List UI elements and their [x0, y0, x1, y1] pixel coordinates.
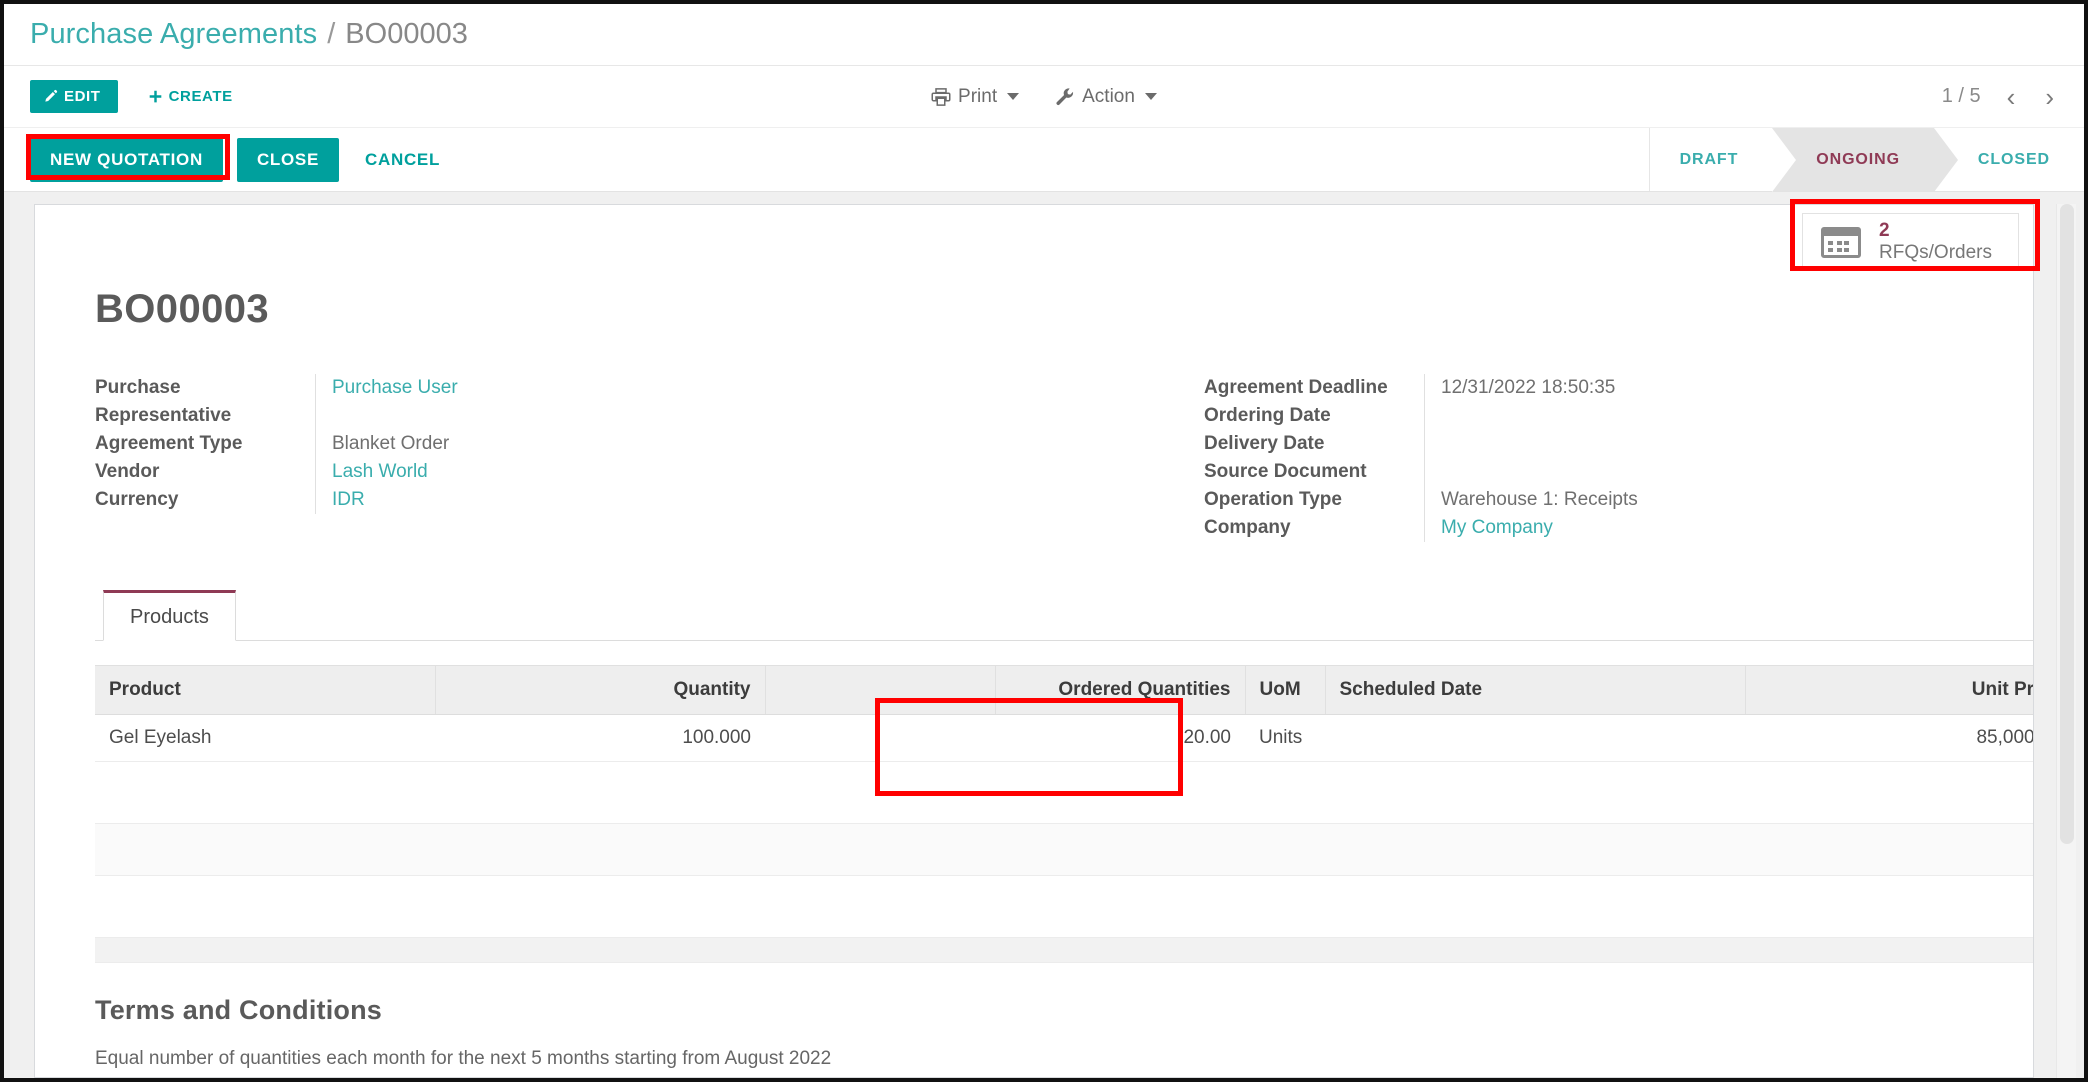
- edit-button[interactable]: EDIT: [30, 80, 118, 113]
- field-value-operation-type[interactable]: Warehouse 1: Receipts: [1424, 486, 1973, 514]
- new-quotation-button[interactable]: NEW QUOTATION: [30, 137, 223, 182]
- column-header-blank: [764, 665, 995, 715]
- field-value-delivery-date[interactable]: [1424, 430, 1973, 458]
- field-value-agreement-deadline[interactable]: 12/31/2022 18:50:35: [1424, 374, 1973, 402]
- pencil-icon: [45, 89, 58, 102]
- table-row[interactable]: Gel Eyelash 100.000 20.00 Units 85,000.0…: [95, 714, 2033, 762]
- stage-draft[interactable]: DRAFT: [1649, 128, 1773, 191]
- print-dropdown[interactable]: Print: [931, 85, 1020, 108]
- stage-ongoing[interactable]: ONGOING: [1772, 128, 1958, 192]
- field-label-agreement-type: Agreement Type: [95, 433, 243, 454]
- field-label-ordering-date: Ordering Date: [1204, 405, 1331, 426]
- tab-products[interactable]: Products: [103, 590, 236, 641]
- action-dropdown[interactable]: Action: [1055, 86, 1157, 108]
- notebook-tabs: Products: [95, 590, 2033, 641]
- field-value-agreement-type[interactable]: Blanket Order: [315, 430, 1034, 458]
- cell-ordered-quantities[interactable]: 20.00: [995, 714, 1245, 762]
- field-value-vendor[interactable]: Lash World: [315, 458, 1034, 486]
- product-lines-table: Product Quantity Ordered Quantities UoM …: [95, 665, 2033, 963]
- table-empty-row: [95, 761, 2033, 824]
- stage-draft-label: DRAFT: [1679, 150, 1739, 168]
- field-value-currency[interactable]: IDR: [315, 486, 1034, 514]
- table-header: Product Quantity Ordered Quantities UoM …: [95, 665, 2033, 715]
- cell-uom[interactable]: Units: [1245, 714, 1325, 762]
- terms-title: Terms and Conditions: [95, 995, 383, 1025]
- action-label: Action: [1082, 85, 1135, 107]
- list-alt-icon: [1821, 226, 1862, 258]
- smart-button-row: 2 RFQs/Orders: [35, 205, 2033, 271]
- field-label-operation-type: Operation Type: [1204, 489, 1342, 510]
- field-value-source-document[interactable]: [1424, 458, 1973, 486]
- field-group-right: Agreement Deadline 12/31/2022 18:50:35 O…: [1034, 374, 1973, 542]
- field-label-currency: Currency: [95, 489, 179, 510]
- plus-icon: [149, 90, 161, 103]
- chevron-down-icon: [1007, 93, 1020, 100]
- edit-button-label: EDIT: [64, 88, 101, 105]
- field-value-company[interactable]: My Company: [1424, 514, 1973, 542]
- pager-counter: 1 / 5: [1941, 85, 1981, 107]
- field-label-purchase-representative: Purchase Representative: [95, 377, 232, 426]
- table-footer-band: [95, 937, 2033, 963]
- control-panel: EDIT CREATE Print Action 1 / 5 ‹ ›: [4, 66, 2084, 128]
- table-gap-row: [95, 875, 2033, 938]
- pager: 1 / 5 ‹ ›: [1942, 84, 2058, 110]
- rfqs-orders-label: RFQs/Orders: [1879, 242, 1992, 263]
- app-window: Purchase Agreements / BO00003 EDIT CREAT…: [0, 0, 2088, 1082]
- chevron-down-icon: [1144, 93, 1157, 100]
- breadcrumb: Purchase Agreements / BO00003: [4, 4, 2084, 66]
- vertical-scrollbar[interactable]: [2056, 204, 2076, 1078]
- column-header-unit-price[interactable]: Unit Price: [1744, 665, 2033, 715]
- pager-previous-button[interactable]: ‹: [2003, 84, 2020, 110]
- field-value-ordering-date[interactable]: [1424, 402, 1973, 430]
- column-header-product[interactable]: Product: [95, 665, 435, 715]
- cell-product[interactable]: Gel Eyelash: [95, 714, 435, 762]
- rfqs-orders-count: 2: [1879, 220, 1890, 242]
- status-bar: NEW QUOTATION CLOSE CANCEL DRAFT ONGOING…: [4, 128, 2084, 192]
- table-shaded-band: [95, 823, 2033, 876]
- cell-quantity[interactable]: 100.000: [435, 714, 765, 762]
- scrollbar-thumb[interactable]: [2060, 204, 2074, 844]
- record-title: BO00003: [95, 287, 270, 331]
- column-header-quantity[interactable]: Quantity: [434, 665, 765, 715]
- pager-next-button[interactable]: ›: [2041, 84, 2058, 110]
- field-label-source-document: Source Document: [1204, 461, 1367, 482]
- field-label-vendor: Vendor: [95, 461, 160, 482]
- breadcrumb-root-link[interactable]: Purchase Agreements: [30, 18, 317, 51]
- field-group-left: Purchase Representative Purchase User Ag…: [95, 374, 1034, 542]
- rfqs-orders-smart-button[interactable]: 2 RFQs/Orders: [1802, 213, 2019, 271]
- cell-blank: [765, 714, 995, 762]
- cancel-button[interactable]: CANCEL: [351, 139, 454, 181]
- field-value-purchase-representative[interactable]: Purchase User: [315, 374, 1034, 430]
- smart-button-text: 2 RFQs/Orders: [1879, 220, 1992, 264]
- cell-scheduled-date[interactable]: [1325, 714, 1745, 762]
- field-label-delivery-date: Delivery Date: [1204, 433, 1325, 454]
- field-label-agreement-deadline: Agreement Deadline: [1204, 377, 1388, 398]
- close-button[interactable]: CLOSE: [236, 137, 340, 182]
- print-label: Print: [958, 85, 998, 107]
- form-sheet: 2 RFQs/Orders BO00003 Purchase Represent…: [34, 204, 2034, 1078]
- breadcrumb-separator: /: [327, 18, 336, 50]
- table-body: Gel Eyelash 100.000 20.00 Units 85,000.0…: [95, 714, 2033, 963]
- stage-ongoing-label: ONGOING: [1816, 150, 1900, 168]
- terms-and-conditions-section: Terms and Conditions Equal number of qua…: [35, 963, 2033, 1070]
- create-button[interactable]: CREATE: [136, 80, 245, 113]
- field-label-company: Company: [1204, 517, 1291, 538]
- status-pipeline: DRAFT ONGOING CLOSED: [1648, 128, 2084, 192]
- breadcrumb-current: BO00003: [345, 18, 468, 50]
- column-header-uom[interactable]: UoM: [1244, 665, 1325, 715]
- terms-text[interactable]: Equal number of quantities each month fo…: [95, 1048, 2033, 1070]
- wrench-icon: [1056, 87, 1074, 105]
- field-groups: Purchase Representative Purchase User Ag…: [35, 332, 2033, 542]
- create-button-label: CREATE: [168, 88, 233, 105]
- page-body: 2 RFQs/Orders BO00003 Purchase Represent…: [4, 192, 2084, 1078]
- column-header-ordered-quantities[interactable]: Ordered Quantities: [994, 665, 1245, 715]
- notebook: Products Product Quantity Ordered Quanti…: [35, 542, 2033, 963]
- table-header-row: Product Quantity Ordered Quantities UoM …: [95, 665, 2033, 715]
- stage-closed-label: CLOSED: [1977, 150, 2050, 168]
- column-header-scheduled-date[interactable]: Scheduled Date: [1324, 665, 1745, 715]
- printer-icon: [931, 87, 951, 106]
- control-panel-center: Print Action: [4, 86, 2084, 108]
- cell-unit-price[interactable]: 85,000.00: [1745, 714, 2033, 762]
